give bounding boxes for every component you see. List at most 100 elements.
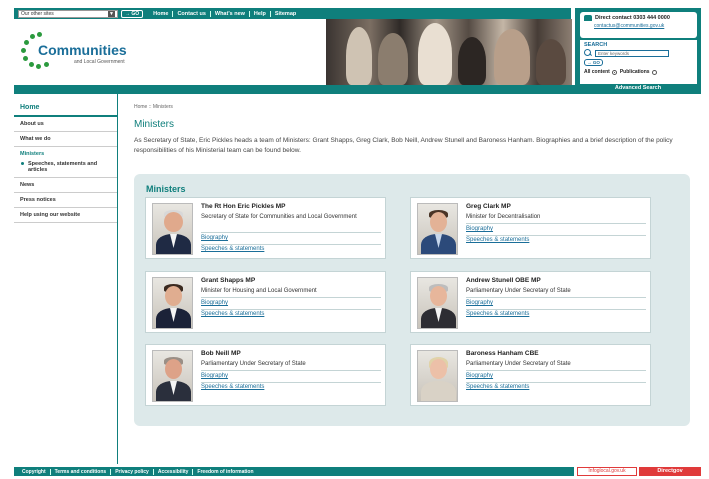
minister-role: Minister for Decentralisation <box>466 214 541 220</box>
scope-all-radio[interactable] <box>611 69 617 75</box>
arrow-right-icon: → <box>125 10 130 17</box>
header-crowd-photo <box>326 19 572 85</box>
card-divider <box>466 370 646 371</box>
info-local-badge[interactable]: Infoglocal.gov.uk <box>577 467 637 476</box>
minister-card: Bob Neill MP Parliamentary Under Secreta… <box>145 344 386 406</box>
biography-link[interactable]: Biography <box>201 235 228 241</box>
minister-card: Grant Shapps MP Minister for Housing and… <box>145 271 386 333</box>
top-links: Home Contact us What's new Help Sitemap <box>149 10 300 17</box>
minister-card: Andrew Stunell OBE MP Parliamentary Unde… <box>410 271 651 333</box>
minister-name: The Rt Hon Eric Pickles MP <box>201 203 286 210</box>
sidebar-item-ministers[interactable]: Ministers <box>14 147 117 161</box>
scope-all-label: All content <box>584 69 610 75</box>
logo-name: Communities <box>38 42 127 58</box>
minister-name: Andrew Stunell OBE MP <box>466 277 541 284</box>
minister-photo <box>417 350 458 402</box>
chevron-down-icon: ▼ <box>108 10 115 17</box>
top-link-sitemap[interactable]: Sitemap <box>269 10 300 17</box>
contact-search-panel: Direct contact 0303 444 0000 contactus@c… <box>575 8 701 94</box>
biography-link[interactable]: Biography <box>466 373 493 379</box>
footer-link-privacy[interactable]: Privacy policy <box>110 468 153 475</box>
other-sites-select-value: Our other sites <box>21 10 54 17</box>
minister-role: Minister for Housing and Local Governmen… <box>201 288 317 294</box>
minister-photo <box>152 203 193 255</box>
sidebar-item-what-we-do[interactable]: What we do <box>14 132 117 147</box>
contact-email-link[interactable]: contactus@communities.gov.uk <box>584 23 693 29</box>
top-link-home[interactable]: Home <box>149 11 172 17</box>
minister-card: The Rt Hon Eric Pickles MP Secretary of … <box>145 197 386 259</box>
bullet-icon <box>21 162 24 165</box>
search-scope: All content Publications <box>584 69 693 75</box>
logo-subtitle: and Local Government <box>74 59 125 65</box>
speeches-link[interactable]: Speeches & statements <box>466 384 529 390</box>
ministers-panel-title: Ministers <box>146 184 186 194</box>
top-link-whats-new[interactable]: What's new <box>209 10 249 17</box>
card-divider <box>201 244 381 245</box>
biography-link[interactable]: Biography <box>201 373 228 379</box>
minister-card: Baroness Hanham CBE Parliamentary Under … <box>410 344 651 406</box>
directgov-badge[interactable]: Directgov <box>639 467 701 476</box>
sidebar-item-home[interactable]: Home <box>14 94 117 117</box>
scope-publications-label: Publications <box>619 69 650 75</box>
site-logo[interactable]: Communities and Local Government <box>20 30 135 72</box>
card-divider <box>466 309 646 310</box>
breadcrumb[interactable]: Home :: Ministers <box>134 104 694 110</box>
top-navigation-bar: Our other sites ▼ → GO Home Contact us W… <box>14 8 571 19</box>
minister-role: Parliamentary Under Secretary of State <box>466 288 571 294</box>
search-input[interactable]: Enter keywords <box>595 49 669 57</box>
speeches-link[interactable]: Speeches & statements <box>201 311 264 317</box>
footer-link-foi[interactable]: Freedom of information <box>192 468 257 475</box>
sidebar-nav: Home About us What we do Ministers Speec… <box>14 94 118 464</box>
card-divider <box>201 232 381 233</box>
search-label: SEARCH <box>584 42 608 48</box>
minister-photo <box>152 277 193 329</box>
search-row: Enter keywords <box>584 49 693 57</box>
footer-link-accessibility[interactable]: Accessibility <box>152 468 193 475</box>
minister-name: Grant Shapps MP <box>201 277 256 284</box>
speeches-link[interactable]: Speeches & statements <box>466 311 529 317</box>
search-icon <box>584 49 592 57</box>
search-go-label: GO <box>592 60 600 65</box>
other-sites-select[interactable]: Our other sites ▼ <box>18 9 118 18</box>
top-link-help[interactable]: Help <box>248 10 270 17</box>
card-divider <box>466 235 646 236</box>
contact-title-row: Direct contact 0303 444 0000 <box>584 15 693 21</box>
minister-card: Greg Clark MP Minister for Decentralisat… <box>410 197 651 259</box>
card-divider <box>201 297 381 298</box>
card-divider <box>201 309 381 310</box>
sidebar-item-about-us[interactable]: About us <box>14 117 117 132</box>
card-divider <box>201 370 381 371</box>
top-link-contact-us[interactable]: Contact us <box>172 10 209 17</box>
minister-photo <box>417 277 458 329</box>
speeches-link[interactable]: Speeches & statements <box>201 384 264 390</box>
biography-link[interactable]: Biography <box>466 300 493 306</box>
contact-phone: Direct contact 0303 444 0000 <box>595 15 670 21</box>
card-divider <box>466 223 646 224</box>
advanced-search-link[interactable]: Advanced Search <box>575 85 701 91</box>
search-box: SEARCH Enter keywords → GO All content P… <box>580 40 697 84</box>
minister-role: Parliamentary Under Secretary of State <box>466 361 571 367</box>
contact-box: Direct contact 0303 444 0000 contactus@c… <box>580 12 697 38</box>
page-title: Ministers <box>134 119 175 130</box>
other-sites-go-button[interactable]: → GO <box>121 9 144 18</box>
search-go-button[interactable]: → GO <box>584 59 603 66</box>
biography-link[interactable]: Biography <box>201 300 228 306</box>
speeches-link[interactable]: Speeches & statements <box>466 237 529 243</box>
minister-photo <box>152 350 193 402</box>
ministers-panel: Ministers The Rt Hon Eric Pickles MP Sec… <box>134 174 690 426</box>
sidebar-subitem-speeches[interactable]: Speeches, statements and articles <box>14 161 117 178</box>
main-content: Home :: Ministers Ministers As Secretary… <box>134 100 694 156</box>
sidebar-item-news[interactable]: News <box>14 178 117 193</box>
footer-link-terms[interactable]: Terms and conditions <box>49 468 111 475</box>
footer-link-copyright[interactable]: Copyright <box>18 469 50 475</box>
phone-icon <box>584 15 592 21</box>
scope-publications-radio[interactable] <box>651 69 657 75</box>
card-divider <box>201 382 381 383</box>
minister-role: Secretary of State for Communities and L… <box>201 214 357 220</box>
speeches-link[interactable]: Speeches & statements <box>201 246 264 252</box>
sidebar-subitem-speeches-label: Speeches, statements and articles <box>28 161 98 173</box>
biography-link[interactable]: Biography <box>466 226 493 232</box>
go-button-label: GO <box>131 10 140 17</box>
sidebar-item-help[interactable]: Help using our website <box>14 208 117 223</box>
sidebar-item-press-notices[interactable]: Press notices <box>14 193 117 208</box>
